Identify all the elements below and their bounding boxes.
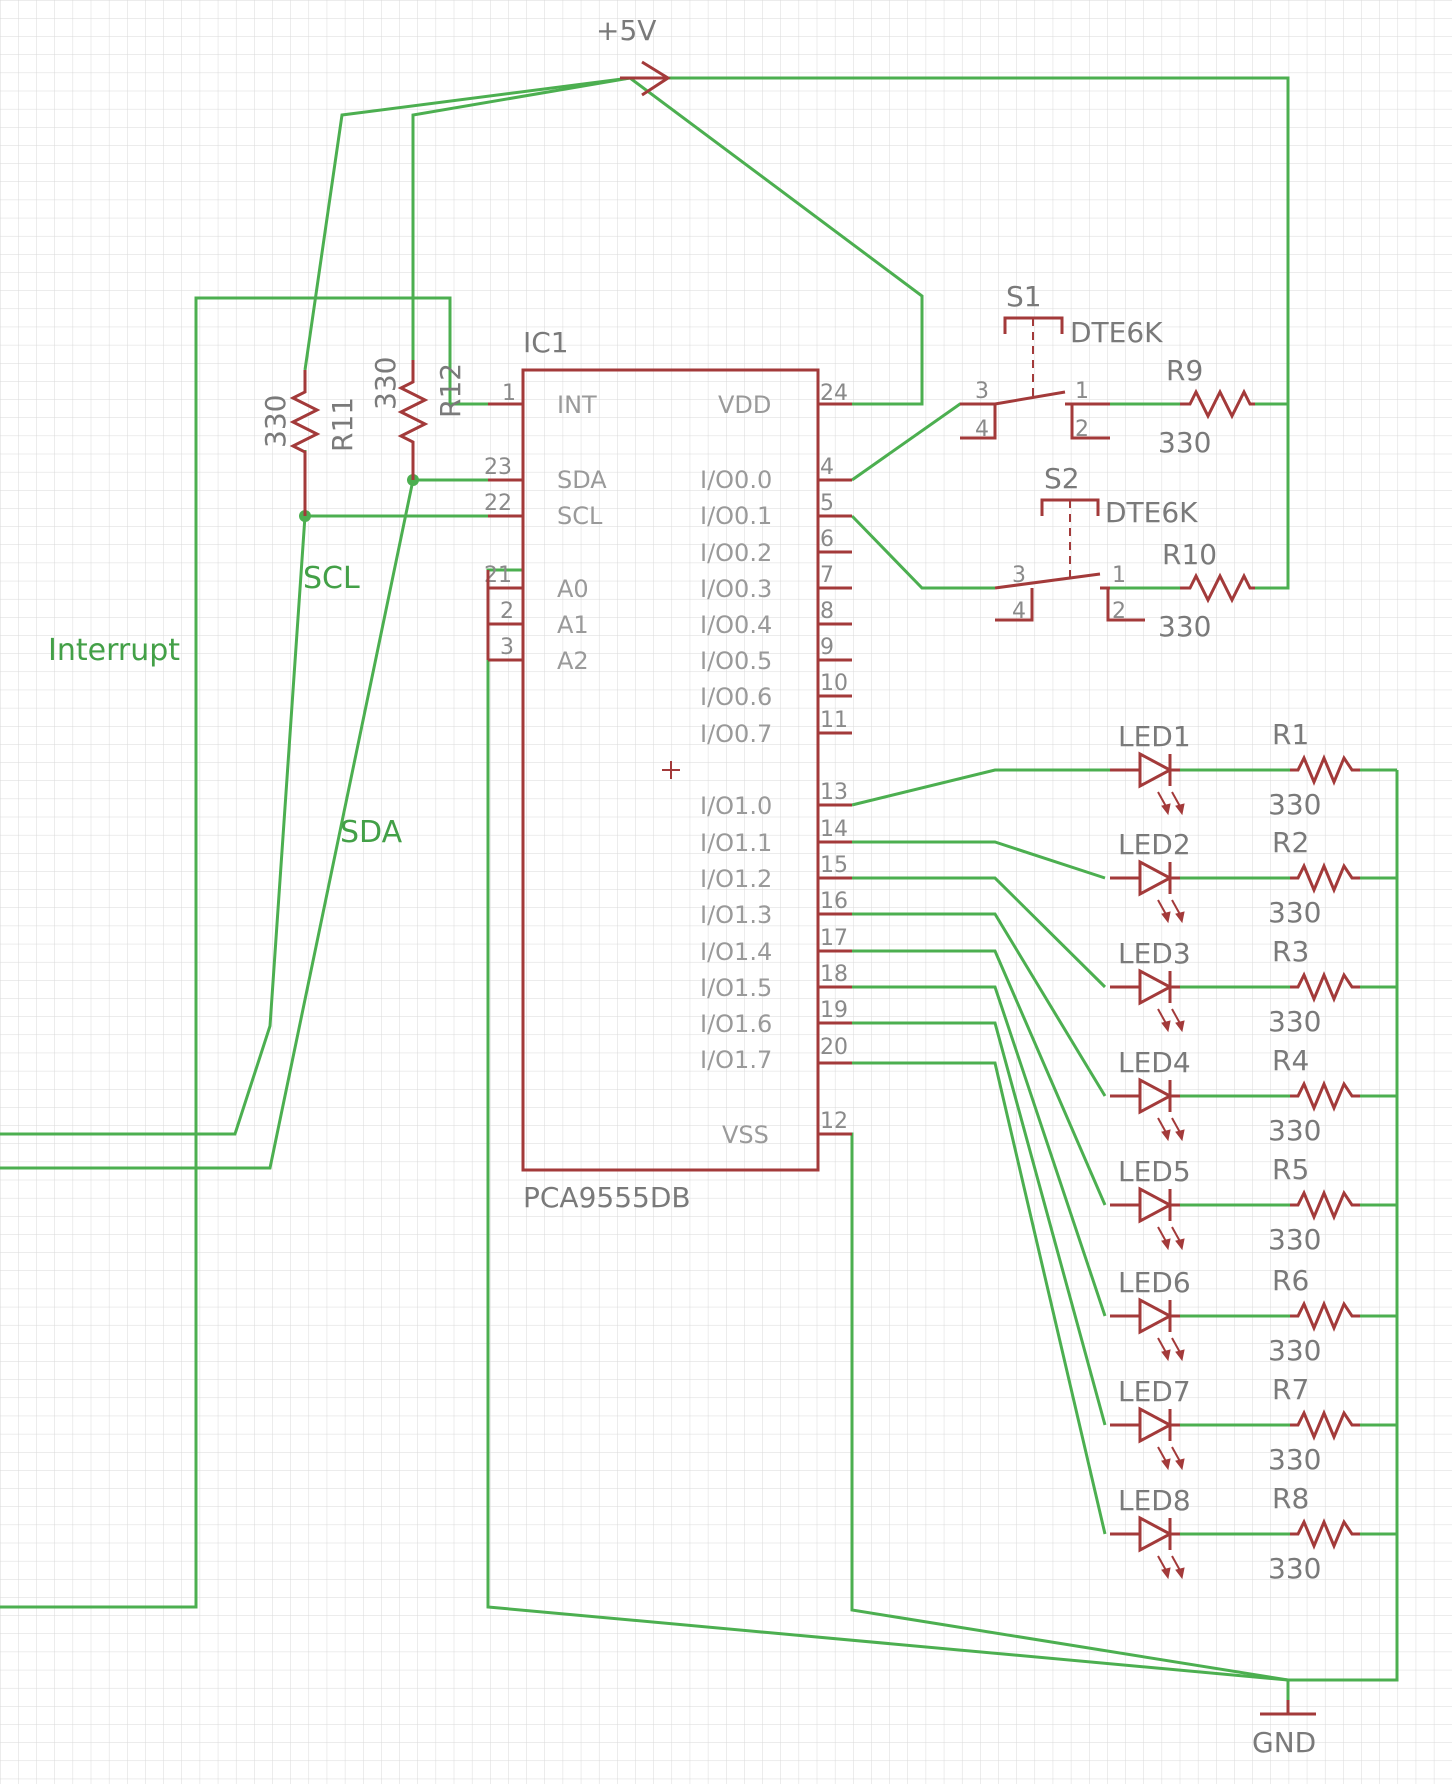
pin-num: 3 — [500, 635, 514, 660]
s1-pin: 2 — [1075, 417, 1089, 442]
pin-name: I/O1.5 — [700, 974, 772, 1002]
led-resistor-ref: R6 — [1272, 1264, 1309, 1297]
led-resistor-value: 330 — [1268, 1114, 1321, 1147]
pin-name: I/O1.0 — [700, 792, 772, 820]
pin-name: I/O1.3 — [700, 901, 772, 929]
pin-num: 14 — [820, 817, 848, 842]
led-resistor-value: 330 — [1268, 1552, 1321, 1585]
led-ref: LED5 — [1118, 1155, 1191, 1188]
led-resistor-ref: R8 — [1272, 1482, 1309, 1515]
s1-pin: 3 — [975, 379, 989, 404]
s2-pin: 2 — [1112, 599, 1126, 624]
pin-name: I/O1.6 — [700, 1010, 772, 1038]
r11-value: 330 — [259, 395, 292, 448]
s2-value: DTE6K — [1105, 496, 1198, 529]
r11-ref: R11 — [326, 397, 359, 452]
pin-num: 22 — [484, 491, 512, 516]
r12-ref: R12 — [434, 363, 467, 418]
pin-num: 8 — [820, 599, 834, 624]
pin-name: I/O1.7 — [700, 1046, 772, 1074]
net-label-interrupt: Interrupt — [48, 633, 180, 668]
r9-value: 330 — [1158, 426, 1211, 459]
pin-name: I/O1.1 — [700, 829, 772, 857]
r10-value: 330 — [1158, 610, 1211, 643]
r9-ref: R9 — [1166, 354, 1203, 387]
pin-num: 5 — [820, 491, 834, 516]
pin-name: VSS — [722, 1121, 769, 1149]
led-ref: LED2 — [1118, 828, 1191, 861]
pin-name: SDA — [557, 466, 607, 494]
led-resistor-value: 330 — [1268, 1443, 1321, 1476]
net-label-scl: SCL — [303, 561, 360, 596]
pin-num: 19 — [820, 998, 848, 1023]
led-ref: LED6 — [1118, 1266, 1191, 1299]
ic-ref: IC1 — [523, 326, 569, 359]
pin-num: 16 — [820, 889, 848, 914]
pin-name: I/O1.2 — [700, 865, 772, 893]
pin-name: A2 — [557, 647, 589, 675]
ic-value: PCA9555DB — [523, 1181, 691, 1214]
led-resistor-value: 330 — [1268, 1334, 1321, 1367]
pin-num: 24 — [820, 381, 848, 406]
pin-name: I/O1.4 — [700, 938, 772, 966]
led-ref: LED4 — [1118, 1046, 1191, 1079]
s1-pin: 4 — [975, 417, 989, 442]
pin-name: I/O0.1 — [700, 502, 772, 530]
s2-pin: 1 — [1112, 563, 1126, 588]
pin-name: I/O0.5 — [700, 647, 772, 675]
s1-value: DTE6K — [1070, 316, 1163, 349]
pin-num: 20 — [820, 1035, 848, 1060]
s2-pin: 4 — [1012, 599, 1026, 624]
r12-value: 330 — [369, 357, 402, 410]
led-resistor-value: 330 — [1268, 788, 1321, 821]
s1-ref: S1 — [1006, 280, 1042, 313]
pin-name: I/O0.2 — [700, 539, 772, 567]
pin-num: 6 — [820, 527, 834, 552]
pin-num: 15 — [820, 853, 848, 878]
pin-num: 4 — [820, 455, 834, 480]
s2-ref: S2 — [1044, 462, 1080, 495]
pin-num: 18 — [820, 962, 848, 987]
net-label-sda: SDA — [340, 815, 403, 850]
led-resistor-ref: R5 — [1272, 1153, 1309, 1186]
pin-name: A0 — [557, 575, 589, 603]
pin-num: 23 — [484, 455, 512, 480]
pin-name: INT — [557, 391, 597, 419]
s1-pin: 1 — [1075, 379, 1089, 404]
pin-num: 10 — [820, 671, 848, 696]
led-resistor-ref: R2 — [1272, 826, 1309, 859]
pin-name: I/O0.3 — [700, 575, 772, 603]
led-resistor-ref: R1 — [1272, 718, 1309, 751]
pin-name: I/O0.4 — [700, 611, 772, 639]
pin-name: I/O0.7 — [700, 720, 772, 748]
s2-pin: 3 — [1012, 563, 1026, 588]
pin-num: 1 — [502, 381, 516, 406]
pin-num: 17 — [820, 926, 848, 951]
led-ref: LED1 — [1118, 720, 1191, 753]
pin-num: 11 — [820, 708, 848, 733]
led-ref: LED8 — [1118, 1484, 1191, 1517]
vcc-label: +5V — [596, 14, 656, 47]
gnd-label: GND — [1252, 1726, 1316, 1759]
pin-name: I/O0.6 — [700, 683, 772, 711]
pin-num: 9 — [820, 635, 834, 660]
r10-ref: R10 — [1162, 538, 1217, 571]
led-resistor-ref: R3 — [1272, 935, 1309, 968]
pin-name: I/O0.0 — [700, 466, 772, 494]
pin-name: SCL — [557, 502, 603, 530]
pin-name: A1 — [557, 611, 589, 639]
pin-num: 2 — [500, 599, 514, 624]
pin-num: 13 — [820, 780, 848, 805]
pin-num: 12 — [820, 1109, 848, 1134]
schematic-canvas: +5V GND 330 R11 330 R12 SCL SDA Interrup… — [0, 0, 1452, 1784]
led-resistor-value: 330 — [1268, 896, 1321, 929]
led-resistor-ref: R4 — [1272, 1044, 1309, 1077]
pin-num: 7 — [820, 563, 834, 588]
led-ref: LED7 — [1118, 1375, 1191, 1408]
led-resistor-value: 330 — [1268, 1005, 1321, 1038]
led-ref: LED3 — [1118, 937, 1191, 970]
led-resistor-value: 330 — [1268, 1223, 1321, 1256]
led-resistor-ref: R7 — [1272, 1373, 1309, 1406]
pin-name: VDD — [718, 391, 771, 419]
